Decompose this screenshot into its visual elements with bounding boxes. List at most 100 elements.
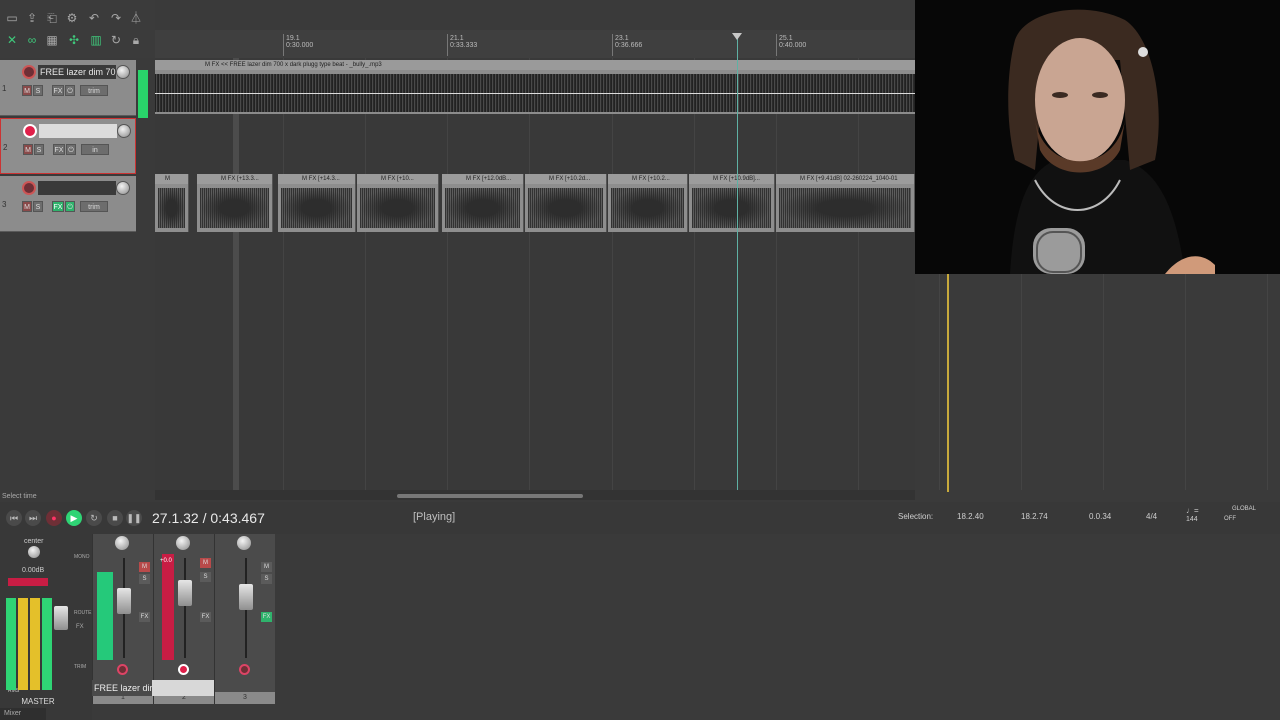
mute-button[interactable]: M [23, 144, 33, 155]
time-display[interactable]: 27.1.32 / 0:43.467 [152, 510, 265, 526]
record-arm-button[interactable] [22, 181, 36, 195]
automation-mode-button[interactable]: trim [80, 201, 108, 212]
new-project-icon[interactable]: ▭ [4, 10, 20, 26]
mute-button[interactable]: M [200, 558, 211, 568]
undo-icon[interactable]: ↶ [86, 10, 102, 26]
selection-start[interactable]: 18.2.40 [957, 512, 984, 521]
solo-button[interactable]: S [33, 201, 43, 212]
solo-button[interactable]: S [261, 574, 272, 584]
mute-button[interactable]: M [139, 562, 150, 572]
master-fx-button[interactable]: FX [76, 624, 84, 630]
volume-knob[interactable] [116, 181, 130, 195]
repeat-icon[interactable]: ↻ [108, 32, 124, 48]
media-item-track3[interactable]: M FX [+12.0dB... [442, 174, 524, 232]
metronome-icon[interactable]: ⏃ [128, 10, 144, 26]
mono-button[interactable]: MONO [74, 554, 90, 560]
ripple-edit-icon[interactable]: ✕ [4, 32, 20, 48]
solo-button[interactable]: S [200, 572, 211, 582]
input-select-button[interactable]: in [81, 144, 109, 155]
pan-knob[interactable] [237, 536, 251, 550]
arrange-view-empty[interactable] [915, 274, 1280, 490]
media-item-track3[interactable]: M FX [+14.3... [278, 174, 356, 232]
loop-marker[interactable] [947, 274, 949, 492]
mixer-strip-2[interactable]: M S FX +0.0 2 [153, 534, 214, 704]
fx-button[interactable]: FX [52, 85, 64, 96]
global-automation-label[interactable]: GLOBAL [1232, 506, 1256, 512]
go-to-end-icon[interactable]: ⏭ [25, 510, 41, 526]
mixer-strip-3[interactable]: M S FX 3 [214, 534, 275, 704]
volume-knob[interactable] [117, 124, 131, 138]
record-arm-button[interactable] [178, 664, 189, 675]
media-item-track3[interactable]: M FX [+10.2d... [525, 174, 607, 232]
media-item-track3[interactable]: M FX [+10.2... [608, 174, 688, 232]
volume-fader[interactable] [178, 580, 192, 606]
record-arm-button[interactable] [22, 65, 36, 79]
bpm-display[interactable]: 144 [1186, 516, 1198, 523]
pan-knob[interactable] [115, 536, 129, 550]
snap-icon[interactable]: ✣ [66, 32, 82, 48]
trim-button[interactable]: TRIM [74, 664, 86, 670]
track-name[interactable] [38, 181, 116, 195]
media-item-track3[interactable]: M FX [+9.41dB] 02-260224_1040-01 [776, 174, 915, 232]
master-pan-knob[interactable] [28, 546, 40, 558]
global-automation-state[interactable]: OFF [1224, 516, 1236, 522]
track-name[interactable] [39, 124, 117, 138]
record-arm-button[interactable] [239, 664, 250, 675]
mute-button[interactable]: M [22, 201, 32, 212]
record-arm-button[interactable] [117, 664, 128, 675]
selection-end[interactable]: 18.2.74 [1021, 512, 1048, 521]
fx-bypass-icon[interactable]: ⏻ [66, 144, 76, 155]
media-item-track3[interactable]: M FX [+10... [357, 174, 439, 232]
scrollbar-thumb[interactable] [397, 494, 583, 498]
save-icon[interactable]: ⎗ [44, 10, 60, 26]
master-fader[interactable] [54, 606, 68, 630]
settings-icon[interactable]: ⚙ [64, 10, 80, 26]
open-project-icon[interactable]: ⇪ [24, 10, 40, 26]
arrange-view[interactable] [155, 58, 915, 490]
solo-button[interactable]: S [33, 85, 43, 96]
master-volume-readout[interactable]: 0.00dB [22, 567, 44, 574]
track-1[interactable]: 1 FREE lazer dim 70 M S FX ⏻ trim [0, 60, 136, 116]
track-3[interactable]: 3 M S FX ⏻ trim [0, 176, 136, 232]
media-item-track3[interactable]: M FX [+13.3... [197, 174, 273, 232]
selection-length[interactable]: 0.0.34 [1089, 512, 1111, 521]
volume-fader[interactable] [239, 584, 253, 610]
mixer-track-name-field[interactable] [152, 680, 214, 696]
go-to-start-icon[interactable]: ⏮ [6, 510, 22, 526]
automation-mode-button[interactable]: trim [80, 85, 108, 96]
mixer-tab[interactable]: Mixer [0, 708, 46, 720]
route-button[interactable]: ROUTE [74, 610, 92, 616]
mute-button[interactable]: M [261, 562, 272, 572]
volume-fader[interactable] [117, 588, 131, 614]
timeline-ruler[interactable]: 19.1 0:30.000 21.1 0:33.333 23.1 0:36.666 2… [155, 30, 915, 58]
record-button[interactable]: ● [46, 510, 62, 526]
solo-button[interactable]: S [139, 574, 150, 584]
track-name[interactable]: FREE lazer dim 70 [38, 65, 116, 79]
fx-bypass-icon[interactable]: ⏻ [65, 85, 75, 96]
fx-button[interactable]: FX [139, 612, 150, 622]
record-arm-button[interactable] [23, 124, 37, 138]
auto-crossfade-icon[interactable]: ▥ [88, 32, 104, 48]
time-signature[interactable]: 4/4 [1146, 512, 1157, 521]
stop-button[interactable]: ■ [107, 510, 123, 526]
redo-icon[interactable]: ↷ [108, 10, 124, 26]
loop-icon[interactable]: ∞ [24, 32, 40, 48]
play-button[interactable]: ▶ [66, 510, 82, 526]
fx-button[interactable]: FX [200, 612, 211, 622]
media-item-track3[interactable]: M [155, 174, 189, 232]
media-item-track3[interactable]: M FX [+10.9dB]... [689, 174, 775, 232]
volume-knob[interactable] [116, 65, 130, 79]
fx-bypass-icon[interactable]: ⏻ [65, 201, 75, 212]
pause-button[interactable]: ❚❚ [126, 510, 142, 526]
grid-icon[interactable]: ▦ [44, 32, 60, 48]
pan-knob[interactable] [176, 536, 190, 550]
repeat-toggle-icon[interactable]: ↻ [86, 510, 102, 526]
play-cursor-head[interactable] [732, 33, 742, 40]
fx-button[interactable]: FX [261, 612, 272, 622]
fx-button[interactable]: FX [53, 144, 65, 155]
mixer-strip-1[interactable]: M S FX 1 [92, 534, 153, 704]
mute-button[interactable]: M [22, 85, 32, 96]
media-item-track1[interactable]: M FX << FREE lazer dim 700 x dark plugg … [155, 60, 915, 114]
fx-button[interactable]: FX [52, 201, 64, 212]
lock-icon[interactable]: 🔒︎ [128, 32, 144, 48]
